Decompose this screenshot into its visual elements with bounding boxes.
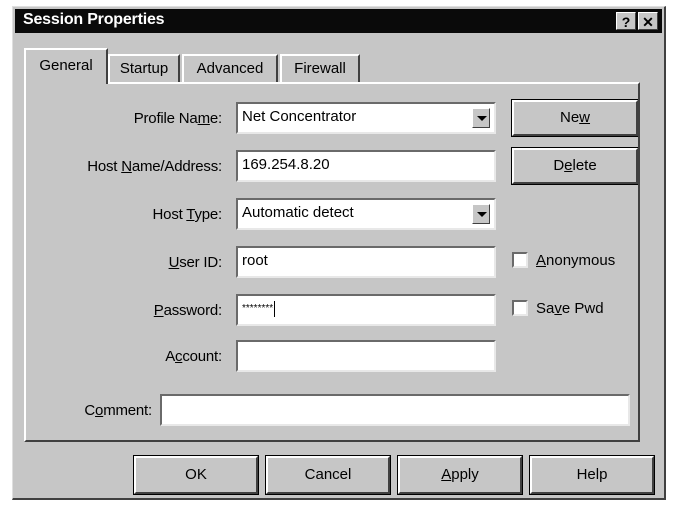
general-tab-panel [24, 82, 640, 442]
apply-button[interactable]: Apply [397, 455, 523, 495]
help-button[interactable]: Help [529, 455, 655, 495]
tab-firewall[interactable]: Firewall [280, 54, 360, 82]
ok-button[interactable]: OK [133, 455, 259, 495]
tab-startup[interactable]: Startup [108, 54, 180, 82]
cancel-button[interactable]: Cancel [265, 455, 391, 495]
window-title: Session Properties [23, 11, 165, 28]
help-icon[interactable]: ? [616, 12, 636, 30]
close-icon[interactable]: ✕ [638, 12, 658, 30]
title-bar[interactable]: Session Properties ? ✕ [15, 9, 662, 33]
tab-advanced[interactable]: Advanced [182, 54, 278, 82]
tab-general[interactable]: General [24, 48, 108, 84]
